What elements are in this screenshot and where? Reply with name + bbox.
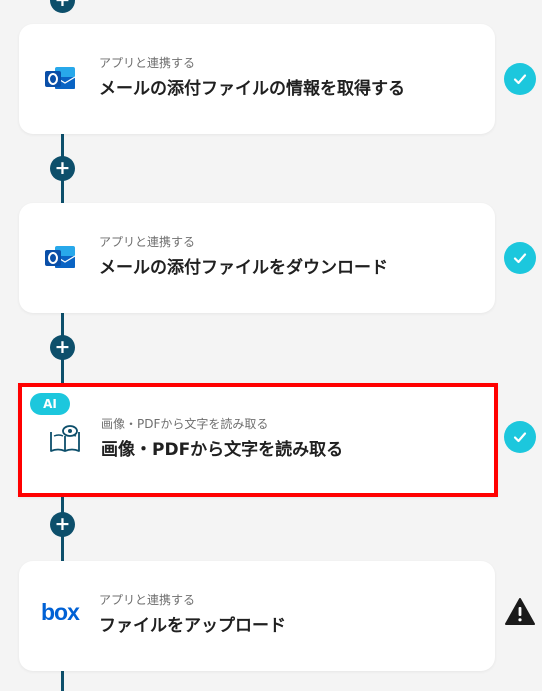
book-eye-icon (48, 424, 82, 454)
plus-icon: + (54, 157, 71, 179)
add-step-button[interactable]: + (50, 156, 75, 181)
check-icon (504, 421, 536, 453)
add-step-button[interactable]: + (50, 0, 75, 13)
step-title: 画像・PDFから文字を読み取る (101, 440, 344, 460)
flow-connector (61, 670, 64, 691)
outlook-icon (43, 64, 77, 94)
step-title: ファイルをアップロード (99, 616, 286, 636)
flow-step-card[interactable]: アプリと連携する メールの添付ファイルをダウンロード (19, 203, 495, 313)
box-logo-text: box (41, 599, 80, 625)
plus-icon: + (54, 513, 71, 535)
flow-step-card[interactable]: box アプリと連携する ファイルをアップロード (19, 561, 495, 671)
add-step-button[interactable]: + (50, 512, 75, 537)
add-step-button[interactable]: + (50, 335, 75, 360)
box-logo: box (41, 599, 81, 629)
check-icon (504, 63, 536, 95)
plus-icon: + (54, 0, 71, 11)
step-subtitle: 画像・PDFから文字を読み取る (101, 417, 269, 431)
step-title: メールの添付ファイルをダウンロード (99, 258, 388, 278)
plus-icon: + (54, 336, 71, 358)
flow-step-card[interactable]: アプリと連携する メールの添付ファイルの情報を取得する (19, 24, 495, 134)
flow-step-card-selected[interactable]: AI 画像・PDFから文字を読み取る 画像・PDFから文字を読み取る (18, 383, 498, 497)
step-subtitle: アプリと連携する (99, 593, 196, 607)
warning-icon (504, 597, 536, 629)
outlook-icon (43, 243, 77, 273)
step-title: メールの添付ファイルの情報を取得する (99, 79, 405, 99)
ai-badge: AI (30, 393, 70, 415)
check-icon (504, 242, 536, 274)
step-subtitle: アプリと連携する (99, 56, 196, 70)
step-subtitle: アプリと連携する (99, 235, 196, 249)
